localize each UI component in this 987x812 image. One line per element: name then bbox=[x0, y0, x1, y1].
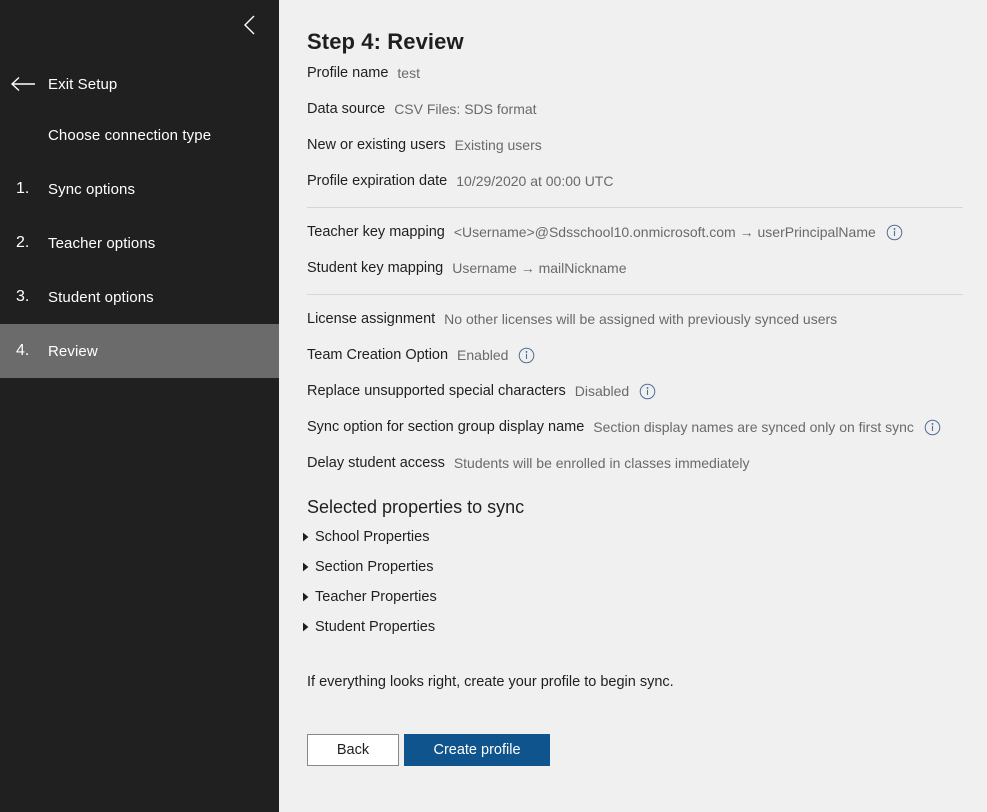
field-label: Delay student access bbox=[307, 455, 445, 471]
field-value: Username → mailNickname bbox=[452, 260, 627, 276]
wizard-actions: Back Create profile bbox=[307, 734, 963, 766]
exit-setup-button[interactable]: Exit Setup bbox=[0, 68, 279, 100]
summary-row-student-key-mapping: Student key mapping Username → mailNickn… bbox=[307, 250, 963, 286]
sidebar-item-teacher-options[interactable]: 2. Teacher options bbox=[0, 216, 279, 270]
summary-row-team-creation-option: Team Creation Option Enabled bbox=[307, 337, 963, 373]
property-group-section-properties[interactable]: Section Properties bbox=[297, 552, 963, 582]
sidebar-item-label: Sync options bbox=[48, 180, 136, 198]
step-number: 3. bbox=[16, 288, 30, 305]
setup-step-list: Choose connection type 1. Sync options 2… bbox=[0, 108, 279, 378]
sidebar-item-label: Review bbox=[48, 342, 98, 360]
create-profile-button[interactable]: Create profile bbox=[404, 734, 550, 766]
chevron-left-icon bbox=[243, 14, 257, 36]
field-value: Section display names are synced only on… bbox=[593, 419, 914, 435]
field-label: Sync option for section group display na… bbox=[307, 419, 585, 435]
section-divider bbox=[307, 207, 963, 208]
key-mapping-group: Teacher key mapping <Username>@Sdsschool… bbox=[307, 214, 963, 286]
info-icon[interactable] bbox=[518, 347, 535, 364]
caret-right-icon bbox=[297, 562, 315, 572]
summary-row-new-or-existing-users: New or existing users Existing users bbox=[307, 127, 963, 163]
summary-row-profile-expiration-date: Profile expiration date 10/29/2020 at 00… bbox=[307, 163, 963, 199]
step-number: 2. bbox=[16, 234, 30, 251]
field-label: License assignment bbox=[307, 311, 436, 327]
field-label: Team Creation Option bbox=[307, 347, 449, 363]
property-group-label: Section Properties bbox=[315, 559, 434, 575]
property-group-student-properties[interactable]: Student Properties bbox=[297, 612, 963, 642]
selected-properties-heading: Selected properties to sync bbox=[307, 497, 525, 517]
summary-row-data-source: Data source CSV Files: SDS format bbox=[307, 91, 963, 127]
field-value: CSV Files: SDS format bbox=[394, 101, 537, 117]
info-icon[interactable] bbox=[639, 383, 656, 400]
summary-row-teacher-key-mapping: Teacher key mapping <Username>@Sdsschool… bbox=[307, 214, 963, 250]
info-icon[interactable] bbox=[924, 419, 941, 436]
property-group-teacher-properties[interactable]: Teacher Properties bbox=[297, 582, 963, 612]
field-label: New or existing users bbox=[307, 137, 446, 153]
summary-row-replace-unsupported-special-characters: Replace unsupported special characters D… bbox=[307, 373, 963, 409]
info-icon[interactable] bbox=[886, 224, 903, 241]
setup-sidebar: Exit Setup Choose connection type 1. Syn… bbox=[0, 0, 279, 812]
field-value: 10/29/2020 at 00:00 UTC bbox=[456, 173, 614, 189]
summary-row-delay-student-access: Delay student access Students will be en… bbox=[307, 445, 963, 481]
field-label: Replace unsupported special characters bbox=[307, 383, 566, 399]
caret-right-icon bbox=[297, 622, 315, 632]
field-value: Students will be enrolled in classes imm… bbox=[453, 455, 750, 471]
arrow-left-icon bbox=[0, 76, 48, 92]
sidebar-item-student-options[interactable]: 3. Student options bbox=[0, 270, 279, 324]
summary-row-profile-name: Profile name test bbox=[307, 55, 963, 91]
property-group-label: Teacher Properties bbox=[315, 589, 437, 605]
step-number: 1. bbox=[16, 180, 30, 197]
field-value: test bbox=[397, 65, 420, 81]
property-group-school-properties[interactable]: School Properties bbox=[297, 522, 963, 552]
summary-row-sync-option-for-section-group-display-name: Sync option for section group display na… bbox=[307, 409, 963, 445]
review-page: Exit Setup Choose connection type 1. Syn… bbox=[0, 0, 987, 812]
back-button[interactable]: Back bbox=[307, 734, 399, 766]
property-group-label: Student Properties bbox=[315, 619, 436, 635]
page-title: Step 4: Review bbox=[307, 29, 464, 54]
sidebar-item-choose-connection-type[interactable]: Choose connection type bbox=[0, 108, 279, 162]
field-value: No other licenses will be assigned with … bbox=[444, 311, 838, 327]
field-value: Existing users bbox=[454, 137, 542, 153]
field-label: Data source bbox=[307, 101, 386, 117]
field-label: Teacher key mapping bbox=[307, 224, 445, 240]
sidebar-item-sync-options[interactable]: 1. Sync options bbox=[0, 162, 279, 216]
collapse-sidebar-button[interactable] bbox=[233, 8, 267, 42]
field-label: Profile expiration date bbox=[307, 173, 448, 189]
sync-options-group: License assignment No other licenses wil… bbox=[307, 301, 963, 481]
field-value: <Username>@Sdsschool10.onmicrosoft.com →… bbox=[453, 224, 876, 240]
property-group-label: School Properties bbox=[315, 529, 430, 545]
field-label: Student key mapping bbox=[307, 260, 444, 276]
field-value: Disabled bbox=[574, 383, 630, 399]
caret-right-icon bbox=[297, 532, 315, 542]
field-label: Profile name bbox=[307, 65, 389, 81]
sidebar-item-label: Teacher options bbox=[48, 234, 156, 252]
caret-right-icon bbox=[297, 592, 315, 602]
step-number: 4. bbox=[16, 342, 30, 359]
exit-setup-label: Exit Setup bbox=[48, 75, 118, 93]
sidebar-item-review[interactable]: 4. Review bbox=[0, 324, 279, 378]
selected-properties-list: School Properties Section Properties Tea… bbox=[303, 522, 963, 642]
review-hint-text: If everything looks right, create your p… bbox=[307, 674, 674, 690]
sidebar-item-label: Choose connection type bbox=[48, 126, 212, 144]
review-content: Step 4: Review Profile name test Data so… bbox=[279, 0, 987, 812]
summary-row-license-assignment: License assignment No other licenses wil… bbox=[307, 301, 963, 337]
sidebar-item-label: Student options bbox=[48, 288, 154, 306]
profile-summary-group: Profile name test Data source CSV Files:… bbox=[307, 55, 963, 199]
field-value: Enabled bbox=[457, 347, 509, 363]
section-divider bbox=[307, 294, 963, 295]
